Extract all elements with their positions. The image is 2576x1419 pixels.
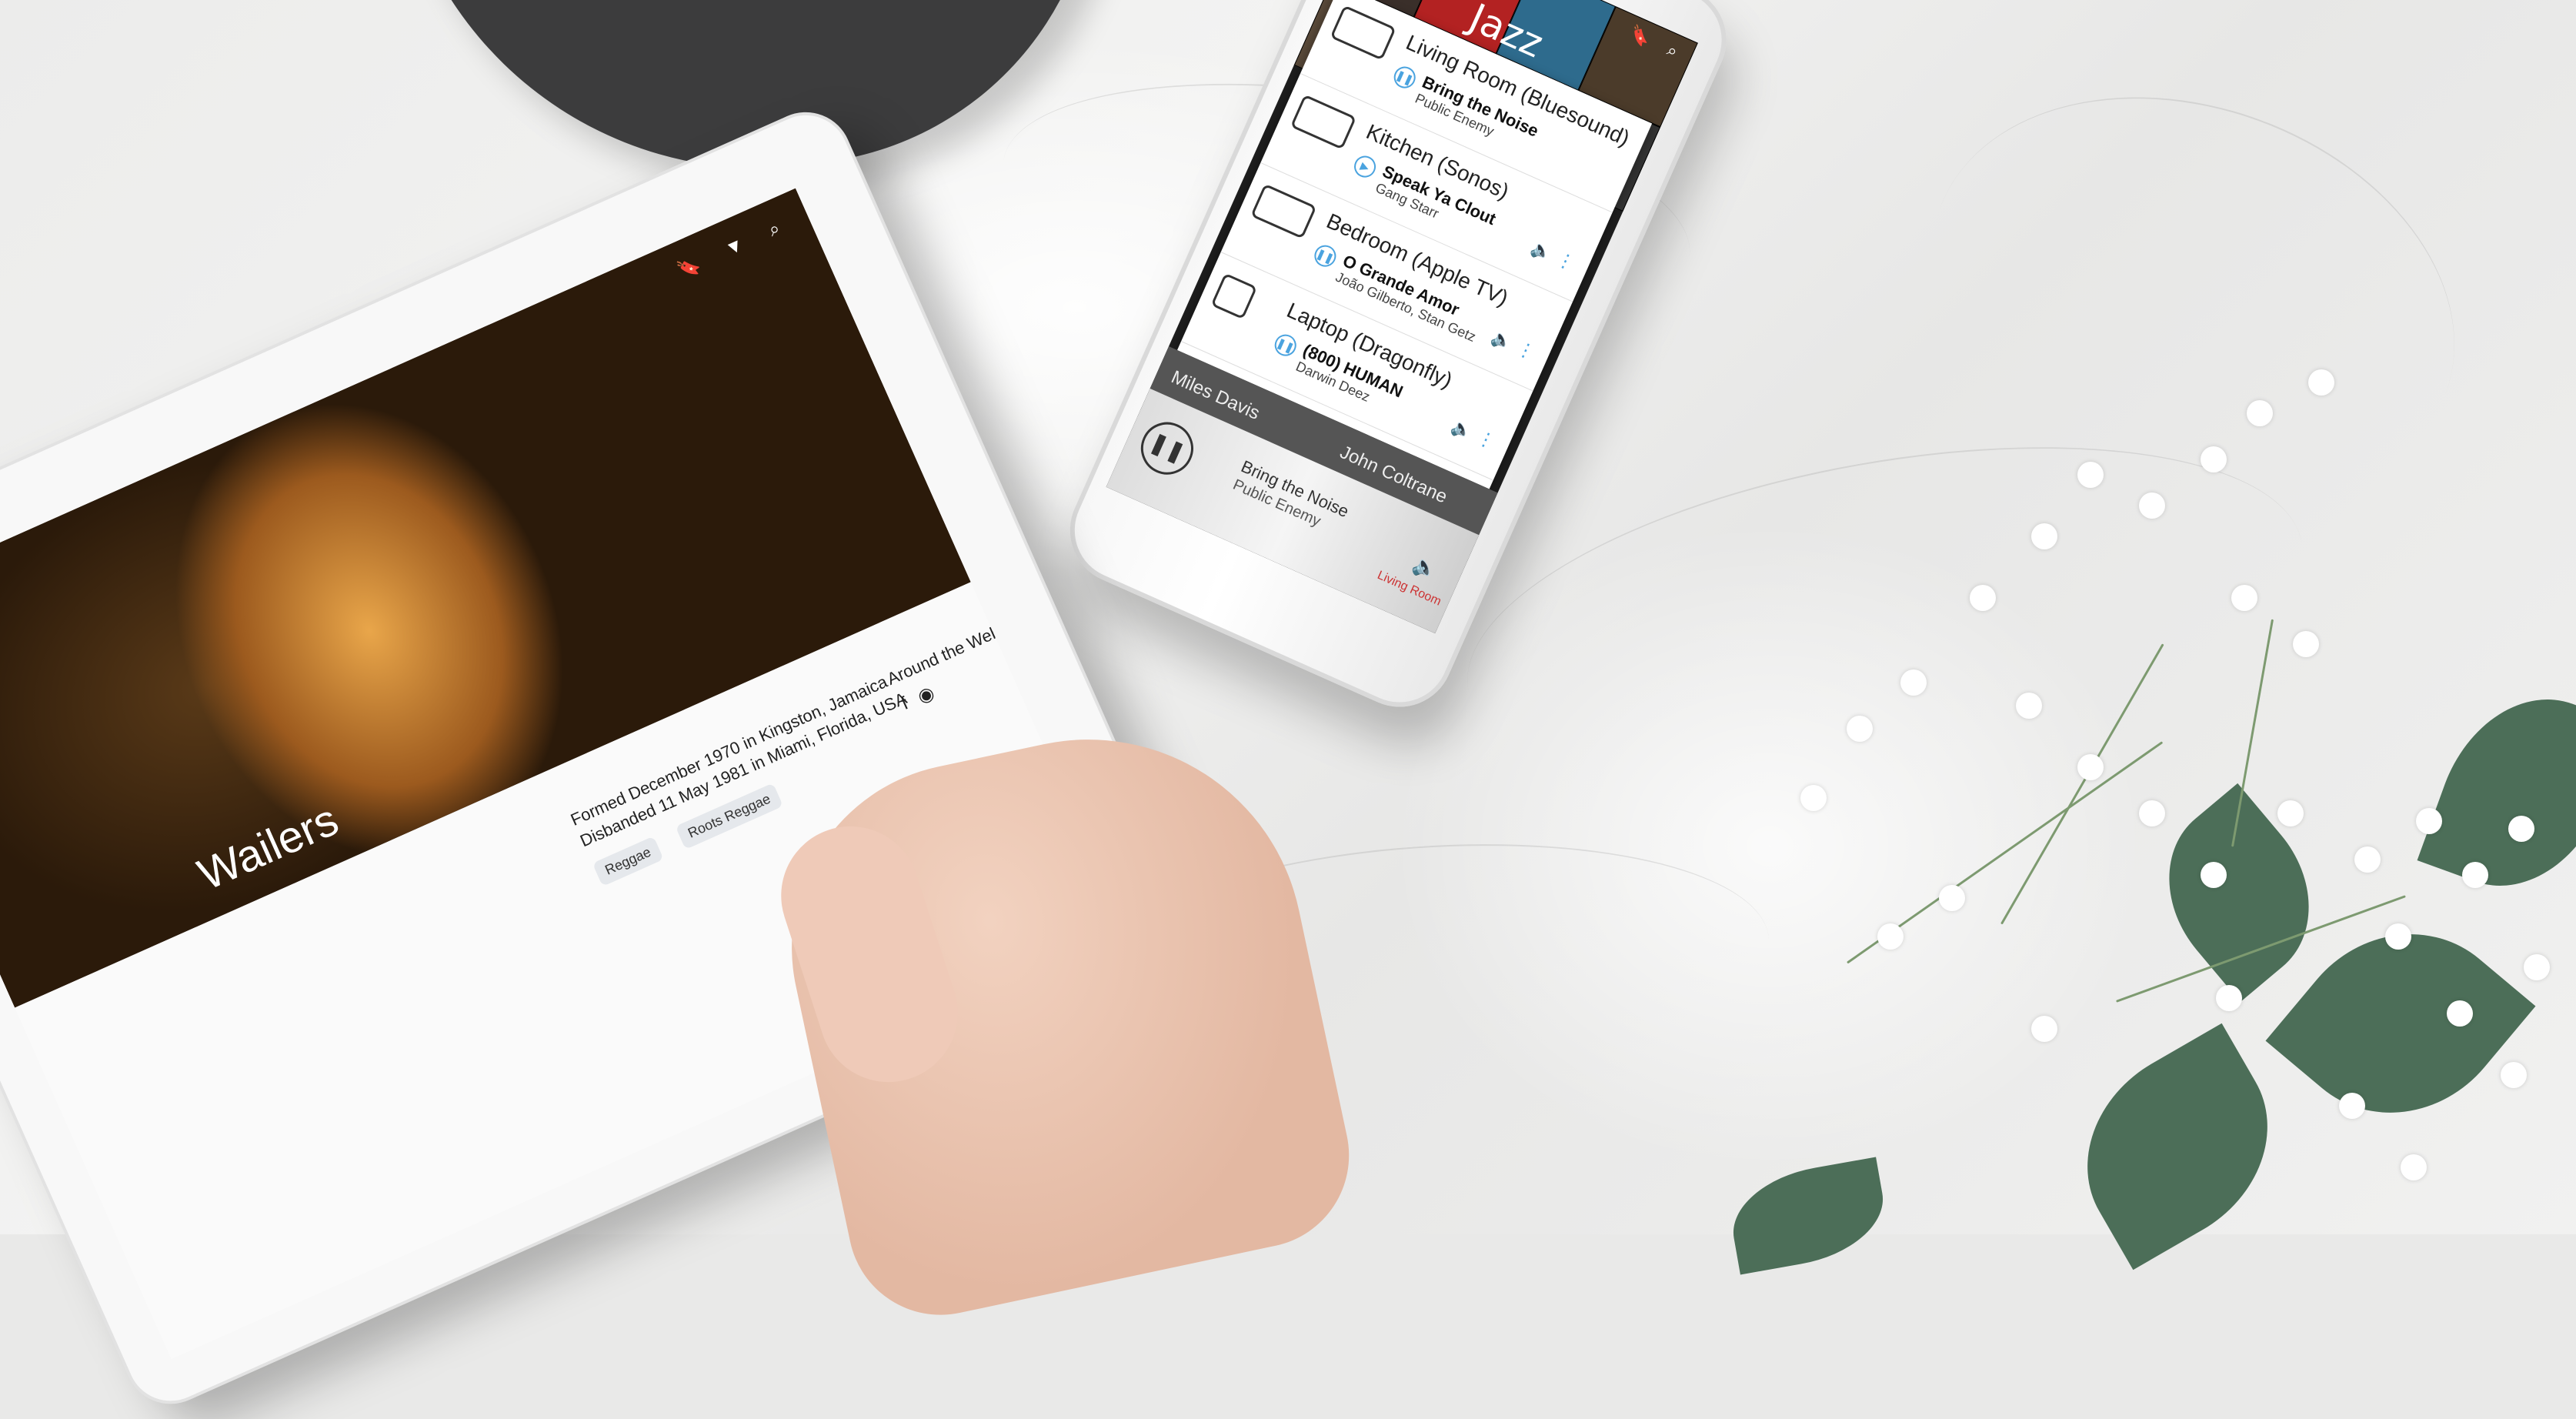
search-icon[interactable]: ⌕ — [766, 218, 784, 242]
filter-icon[interactable]: ▼ — [722, 234, 748, 262]
web-links: f ◉ — [898, 682, 938, 716]
more-icon[interactable]: ⋮ — [1513, 337, 1539, 365]
volume-icon[interactable]: 🔈 — [1409, 552, 1442, 583]
more-icon[interactable]: ⋮ — [1553, 248, 1579, 275]
pause-icon[interactable]: ❚❚ — [1271, 331, 1300, 360]
apple-tv-device-icon — [1250, 183, 1317, 239]
play-icon[interactable]: ▶ — [1350, 152, 1380, 182]
volume-icon[interactable]: 🔈 — [1448, 416, 1476, 443]
speaker-device-icon — [1330, 5, 1396, 61]
web-icon[interactable]: ◉ — [914, 682, 938, 709]
band-name: Wailers — [190, 794, 346, 900]
pause-icon[interactable]: ❚❚ — [1133, 413, 1202, 483]
speaker-device-icon — [1290, 94, 1357, 150]
bookmark-icon[interactable]: 🔖 — [674, 253, 704, 283]
dac-device-icon — [1210, 272, 1258, 320]
around-the-web-label: Around the Web — [883, 621, 1004, 689]
volume-icon[interactable]: 🔈 — [1528, 238, 1555, 265]
volume-icon[interactable]: 🔈 — [1488, 327, 1515, 354]
pause-icon[interactable]: ❚❚ — [1390, 63, 1420, 92]
pause-icon[interactable]: ❚❚ — [1310, 242, 1340, 271]
more-icon[interactable]: ⋮ — [1473, 426, 1499, 454]
genre-tag[interactable]: Reggae — [592, 836, 664, 887]
